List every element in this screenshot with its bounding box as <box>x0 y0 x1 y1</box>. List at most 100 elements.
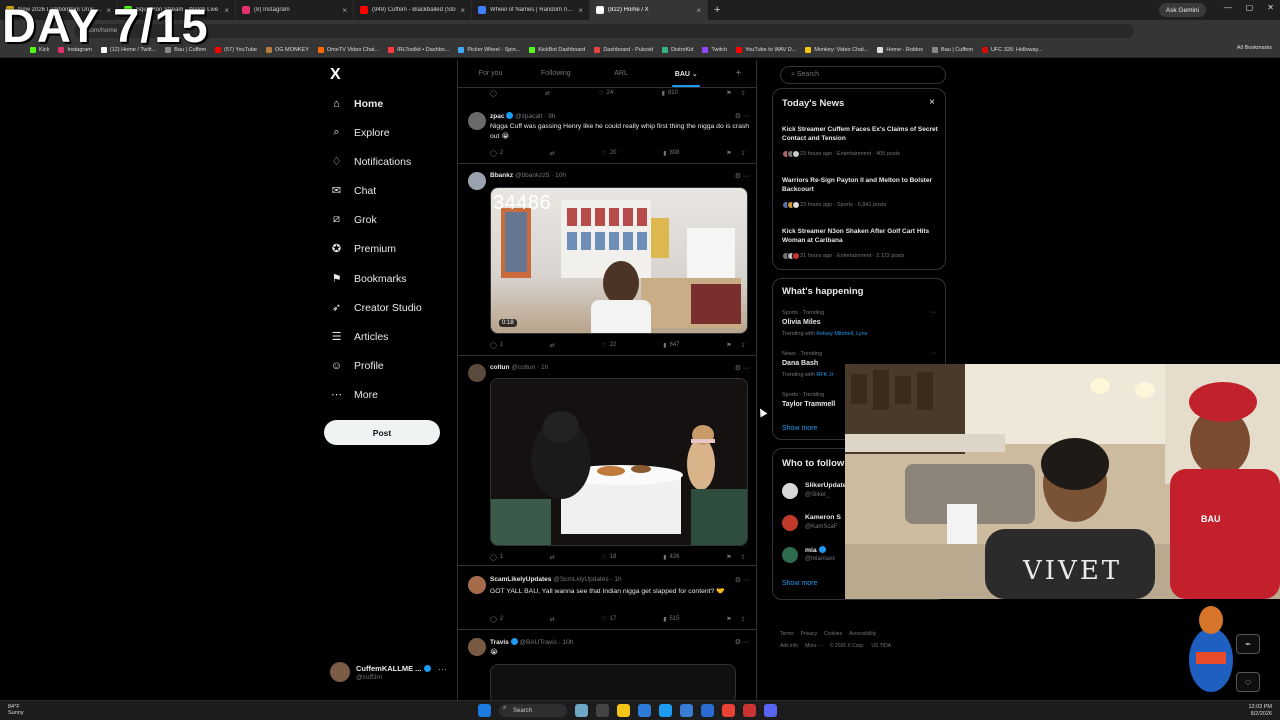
bookmark-item[interactable]: Dashboard - Pulsoid <box>594 46 653 53</box>
tweet-image[interactable] <box>490 378 748 546</box>
sidebar-item-notifications[interactable]: ♢ Notifications <box>330 155 412 169</box>
sidebar-item-home[interactable]: ⌂ Home <box>330 97 383 110</box>
settings-icon[interactable] <box>701 704 714 717</box>
system-clock[interactable]: 12:03 PM 8/2/2026 <box>1248 704 1272 718</box>
bookmark-item[interactable]: YouTube to WAV D... <box>736 46 796 53</box>
bookmark-item[interactable]: Monkey: Video Chat... <box>805 46 868 53</box>
close-tab-icon[interactable]: × <box>578 6 583 15</box>
share-icon[interactable]: ⇪ <box>741 342 746 349</box>
bookmark-icon[interactable]: ⚑ <box>726 616 731 623</box>
footer-link[interactable]: © 2026 X Corp. <box>830 643 865 649</box>
bookmark-item[interactable]: OG MONKEY <box>265 46 309 53</box>
url-field[interactable]: x.com/home <box>74 24 1134 38</box>
views-count[interactable]: ▮ 426 <box>663 554 679 561</box>
follow-name[interactable]: Kameron S <box>805 514 841 521</box>
bookmark-item[interactable]: Twitch <box>702 46 727 53</box>
tab-feed[interactable]: For you <box>458 60 523 87</box>
bookmark-item[interactable]: Picker Wheel - Spin... <box>458 46 520 53</box>
account-switcher[interactable]: CuffemKALLME ... @cuff3m ··· <box>330 662 450 686</box>
close-tab-icon[interactable]: × <box>696 6 701 15</box>
bookmark-icon[interactable]: ⚑ <box>726 554 731 561</box>
bookmark-item[interactable]: Home - Roblox <box>877 46 923 53</box>
sidebar-item-explore[interactable]: ⌕ Explore <box>330 126 389 139</box>
browser-tab[interactable]: (822) Home / X × <box>590 0 708 20</box>
views-count[interactable]: ▮ 647 <box>663 342 679 349</box>
tweet-menu-icon[interactable]: ⚙ ··· <box>735 364 750 372</box>
tweet-video[interactable]: 34486 0:18 <box>490 187 748 334</box>
task-view-icon[interactable] <box>596 704 609 717</box>
footer-link[interactable]: US TIDA <box>871 643 891 649</box>
repost-icon[interactable]: ⇄ <box>550 616 555 623</box>
tab-feed[interactable]: Following <box>523 60 588 87</box>
close-tab-icon[interactable]: × <box>460 6 465 15</box>
ask-gemini-button[interactable]: Ask Gemini <box>1158 3 1206 17</box>
sidebar-item-bookmarks[interactable]: ⚑ Bookmarks <box>330 272 407 286</box>
footer-link[interactable]: More ··· <box>805 643 823 649</box>
browser-tab[interactable]: (8) Instagram × <box>236 0 354 20</box>
bookmark-item[interactable]: UFC 326: Holloway... <box>981 46 1043 53</box>
repost-icon[interactable]: ⇄ <box>550 554 555 561</box>
news-headline[interactable]: Kick Streamer N3on Shaken After Golf Car… <box>782 228 940 245</box>
tweet[interactable]: coltun @coltun · 1h ⚙ ··· ◯ 1 ⇄ ♡ 18 ▮ 4… <box>458 356 756 566</box>
minimize-icon[interactable]: — <box>1224 3 1232 12</box>
bookmark-icon[interactable]: ⚑ <box>726 90 731 97</box>
avatar[interactable] <box>468 172 486 190</box>
trend-menu-icon[interactable]: ··· <box>930 350 937 357</box>
widgets-icon[interactable] <box>575 704 588 717</box>
trend-topic[interactable]: Taylor Trammell <box>782 401 835 408</box>
like-button[interactable]: ♡ 20 <box>601 150 616 157</box>
reply-icon[interactable]: ◯ <box>490 90 497 97</box>
avatar[interactable] <box>468 576 486 594</box>
views-count[interactable]: ▮ 810 <box>662 90 678 97</box>
taskbar-search[interactable]: ⌕ Search <box>499 704 567 717</box>
file-explorer-icon[interactable] <box>617 704 630 717</box>
avatar[interactable] <box>782 515 798 531</box>
sidebar-item-chat[interactable]: ✉ Chat <box>330 184 376 198</box>
maximize-icon[interactable]: ▢ <box>1246 3 1254 12</box>
share-icon[interactable]: ⇪ <box>741 150 746 157</box>
start-icon[interactable] <box>478 704 491 717</box>
bookmark-item[interactable]: OmeTV Video Chat... <box>317 46 379 53</box>
more-icon[interactable]: ··· <box>438 664 447 674</box>
share-icon[interactable]: ⇪ <box>741 554 746 561</box>
like-button[interactable]: ♡ 17 <box>601 616 616 623</box>
tweet-menu-icon[interactable]: ⚙ ··· <box>735 576 750 584</box>
all-bookmarks-button[interactable]: All Bookmarks <box>1237 45 1272 51</box>
post-button[interactable]: Post <box>324 420 440 445</box>
share-icon[interactable]: ⇪ <box>741 616 746 623</box>
bookmark-item[interactable]: DistroKid <box>662 46 693 53</box>
new-tab-button[interactable]: + <box>708 4 726 16</box>
mic-icon[interactable]: ⌁ <box>1236 634 1260 654</box>
obs-icon[interactable] <box>743 704 756 717</box>
avatar[interactable] <box>468 364 486 382</box>
avatar[interactable] <box>782 483 798 499</box>
repost-icon[interactable]: ⇄ <box>545 90 550 97</box>
sidebar-item-premium[interactable]: ✪ Premium <box>330 242 396 256</box>
avatar[interactable] <box>468 112 486 130</box>
close-tab-icon[interactable]: × <box>224 6 229 15</box>
news-headline[interactable]: Warriors Re-Sign Payton II and Melton to… <box>782 177 940 194</box>
bookmark-icon[interactable]: ⚑ <box>726 342 731 349</box>
store-icon[interactable] <box>659 704 672 717</box>
avatar[interactable] <box>468 638 486 656</box>
footer-link[interactable]: Terms <box>780 631 794 637</box>
share-icon[interactable]: ⇪ <box>741 90 746 97</box>
follow-name[interactable]: mia <box>805 546 826 554</box>
weather-widget[interactable]: 84°F Sunny <box>8 704 24 716</box>
reply-icon[interactable]: ◯ 2 <box>490 616 503 623</box>
mail-icon[interactable] <box>680 704 693 717</box>
views-count[interactable]: ▮ 808 <box>663 150 679 157</box>
repost-icon[interactable]: ⇄ <box>550 342 555 349</box>
like-button[interactable]: ♡ 24 <box>598 90 613 97</box>
bookmark-icon[interactable]: ⚑ <box>726 150 731 157</box>
like-button[interactable]: ♡ 18 <box>601 554 616 561</box>
like-button[interactable]: ♡ 22 <box>601 342 616 349</box>
bookmark-item[interactable]: (57) YouTube <box>215 46 257 53</box>
sidebar-item-articles[interactable]: ☰ Articles <box>330 330 389 344</box>
footer-link[interactable]: Privacy <box>801 631 817 637</box>
discord-icon[interactable] <box>764 704 777 717</box>
add-tab-button[interactable]: + <box>719 60 756 87</box>
tweet-menu-icon[interactable]: ⚙ ··· <box>735 112 750 120</box>
sidebar-item-more[interactable]: ⋯ More <box>330 388 378 402</box>
bookmark-item[interactable]: Bau | Cuffem <box>932 46 973 53</box>
